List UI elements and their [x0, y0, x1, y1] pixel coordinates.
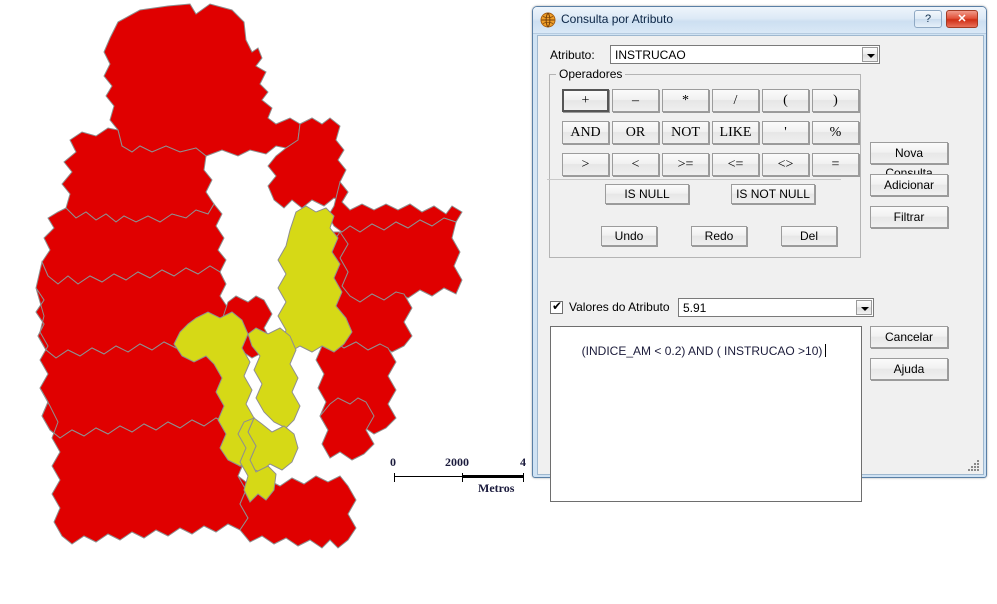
text-caret — [825, 344, 827, 357]
operator-button-rparen[interactable]: ) — [812, 89, 859, 112]
filtrar-button[interactable]: Filtrar — [870, 206, 948, 228]
attribute-value: INSTRUCAO — [615, 48, 686, 62]
scale-units-label: Metros — [478, 481, 515, 495]
undo-button[interactable]: Undo — [601, 226, 657, 246]
operator-button-plus[interactable]: + — [562, 89, 609, 112]
scale-label-4000: 4 — [520, 455, 526, 469]
delete-button-label: Del — [799, 229, 818, 243]
valores-combobox[interactable]: 5.91 — [678, 298, 874, 317]
operator-button-not[interactable]: NOT — [662, 121, 709, 144]
operator-button-neq[interactable]: <> — [762, 153, 809, 176]
operator-button-is-not-null[interactable]: IS NOT NULL — [731, 184, 815, 204]
close-button[interactable]: ✕ — [946, 10, 978, 28]
chevron-down-icon[interactable] — [862, 47, 878, 62]
map-scale-bar: 0 2000 4 Metros — [390, 455, 540, 495]
cancelar-button[interactable]: Cancelar — [870, 326, 948, 348]
operator-button-like[interactable]: LIKE — [712, 121, 759, 144]
operators-divider — [547, 179, 841, 180]
operator-button-minus[interactable]: – — [612, 89, 659, 112]
dialog-body: Atributo: INSTRUCAO Operadores + – * / (… — [537, 35, 984, 502]
attribute-row: Atributo: INSTRUCAO — [550, 45, 974, 65]
operator-button-gte[interactable]: >= — [662, 153, 709, 176]
scale-label-2000: 2000 — [445, 455, 469, 469]
redo-button-label: Redo — [704, 229, 734, 243]
valores-do-atributo-checkbox[interactable]: ✔ — [550, 299, 563, 314]
adicionar-button[interactable]: Adicionar — [870, 174, 948, 196]
operator-button-lt[interactable]: < — [612, 153, 659, 176]
operator-button-lparen[interactable]: ( — [762, 89, 809, 112]
scale-ruler — [394, 473, 524, 482]
attribute-combobox[interactable]: INSTRUCAO — [610, 45, 880, 64]
valores-do-atributo-label: Valores do Atributo — [569, 300, 670, 314]
map-polygons — [35, 3, 463, 549]
query-expression: (INDICE_AM < 0.2) AND ( INSTRUCAO >10) — [581, 344, 823, 358]
attribute-label: Atributo: — [550, 48, 595, 62]
nova-consulta-button[interactable]: Nova Consulta — [870, 142, 948, 180]
valores-value: 5.91 — [683, 301, 707, 315]
operator-button-gt[interactable]: > — [562, 153, 609, 176]
checkmark-icon: ✔ — [552, 299, 563, 313]
operator-button-divide[interactable]: / — [712, 89, 759, 112]
dialog-title: Consulta por Atributo — [561, 12, 674, 26]
delete-button[interactable]: Del — [781, 226, 837, 246]
operator-button-eq[interactable]: = — [812, 153, 859, 176]
scale-label-0: 0 — [390, 455, 396, 469]
operators-legend: Operadores — [556, 67, 626, 81]
operator-button-percent[interactable]: % — [812, 121, 859, 144]
operator-button-quote[interactable]: ' — [762, 121, 809, 144]
help-button[interactable]: ? — [914, 10, 942, 28]
operator-button-multiply[interactable]: * — [662, 89, 709, 112]
dialog-titlebar[interactable]: Consulta por Atributo ? ✕ — [533, 7, 986, 34]
map-canvas[interactable]: 0 2000 4 Metros — [0, 0, 540, 604]
operator-button-or[interactable]: OR — [612, 121, 659, 144]
operator-button-is-null[interactable]: IS NULL — [605, 184, 689, 204]
globe-icon — [540, 12, 556, 28]
query-textarea[interactable]: (INDICE_AM < 0.2) AND ( INSTRUCAO >10) — [550, 326, 862, 502]
operator-button-lte[interactable]: <= — [712, 153, 759, 176]
consulta-por-atributo-dialog: Consulta por Atributo ? ✕ Atributo: INST… — [532, 6, 987, 502]
redo-button[interactable]: Redo — [691, 226, 747, 246]
undo-button-label: Undo — [614, 229, 644, 243]
resize-grip[interactable] — [968, 459, 980, 471]
operator-button-and[interactable]: AND — [562, 121, 609, 144]
valores-do-atributo-row: ✔ Valores do Atributo 5.91 — [550, 298, 974, 319]
chevron-down-icon[interactable] — [856, 300, 872, 315]
ajuda-button[interactable]: Ajuda — [870, 358, 948, 380]
